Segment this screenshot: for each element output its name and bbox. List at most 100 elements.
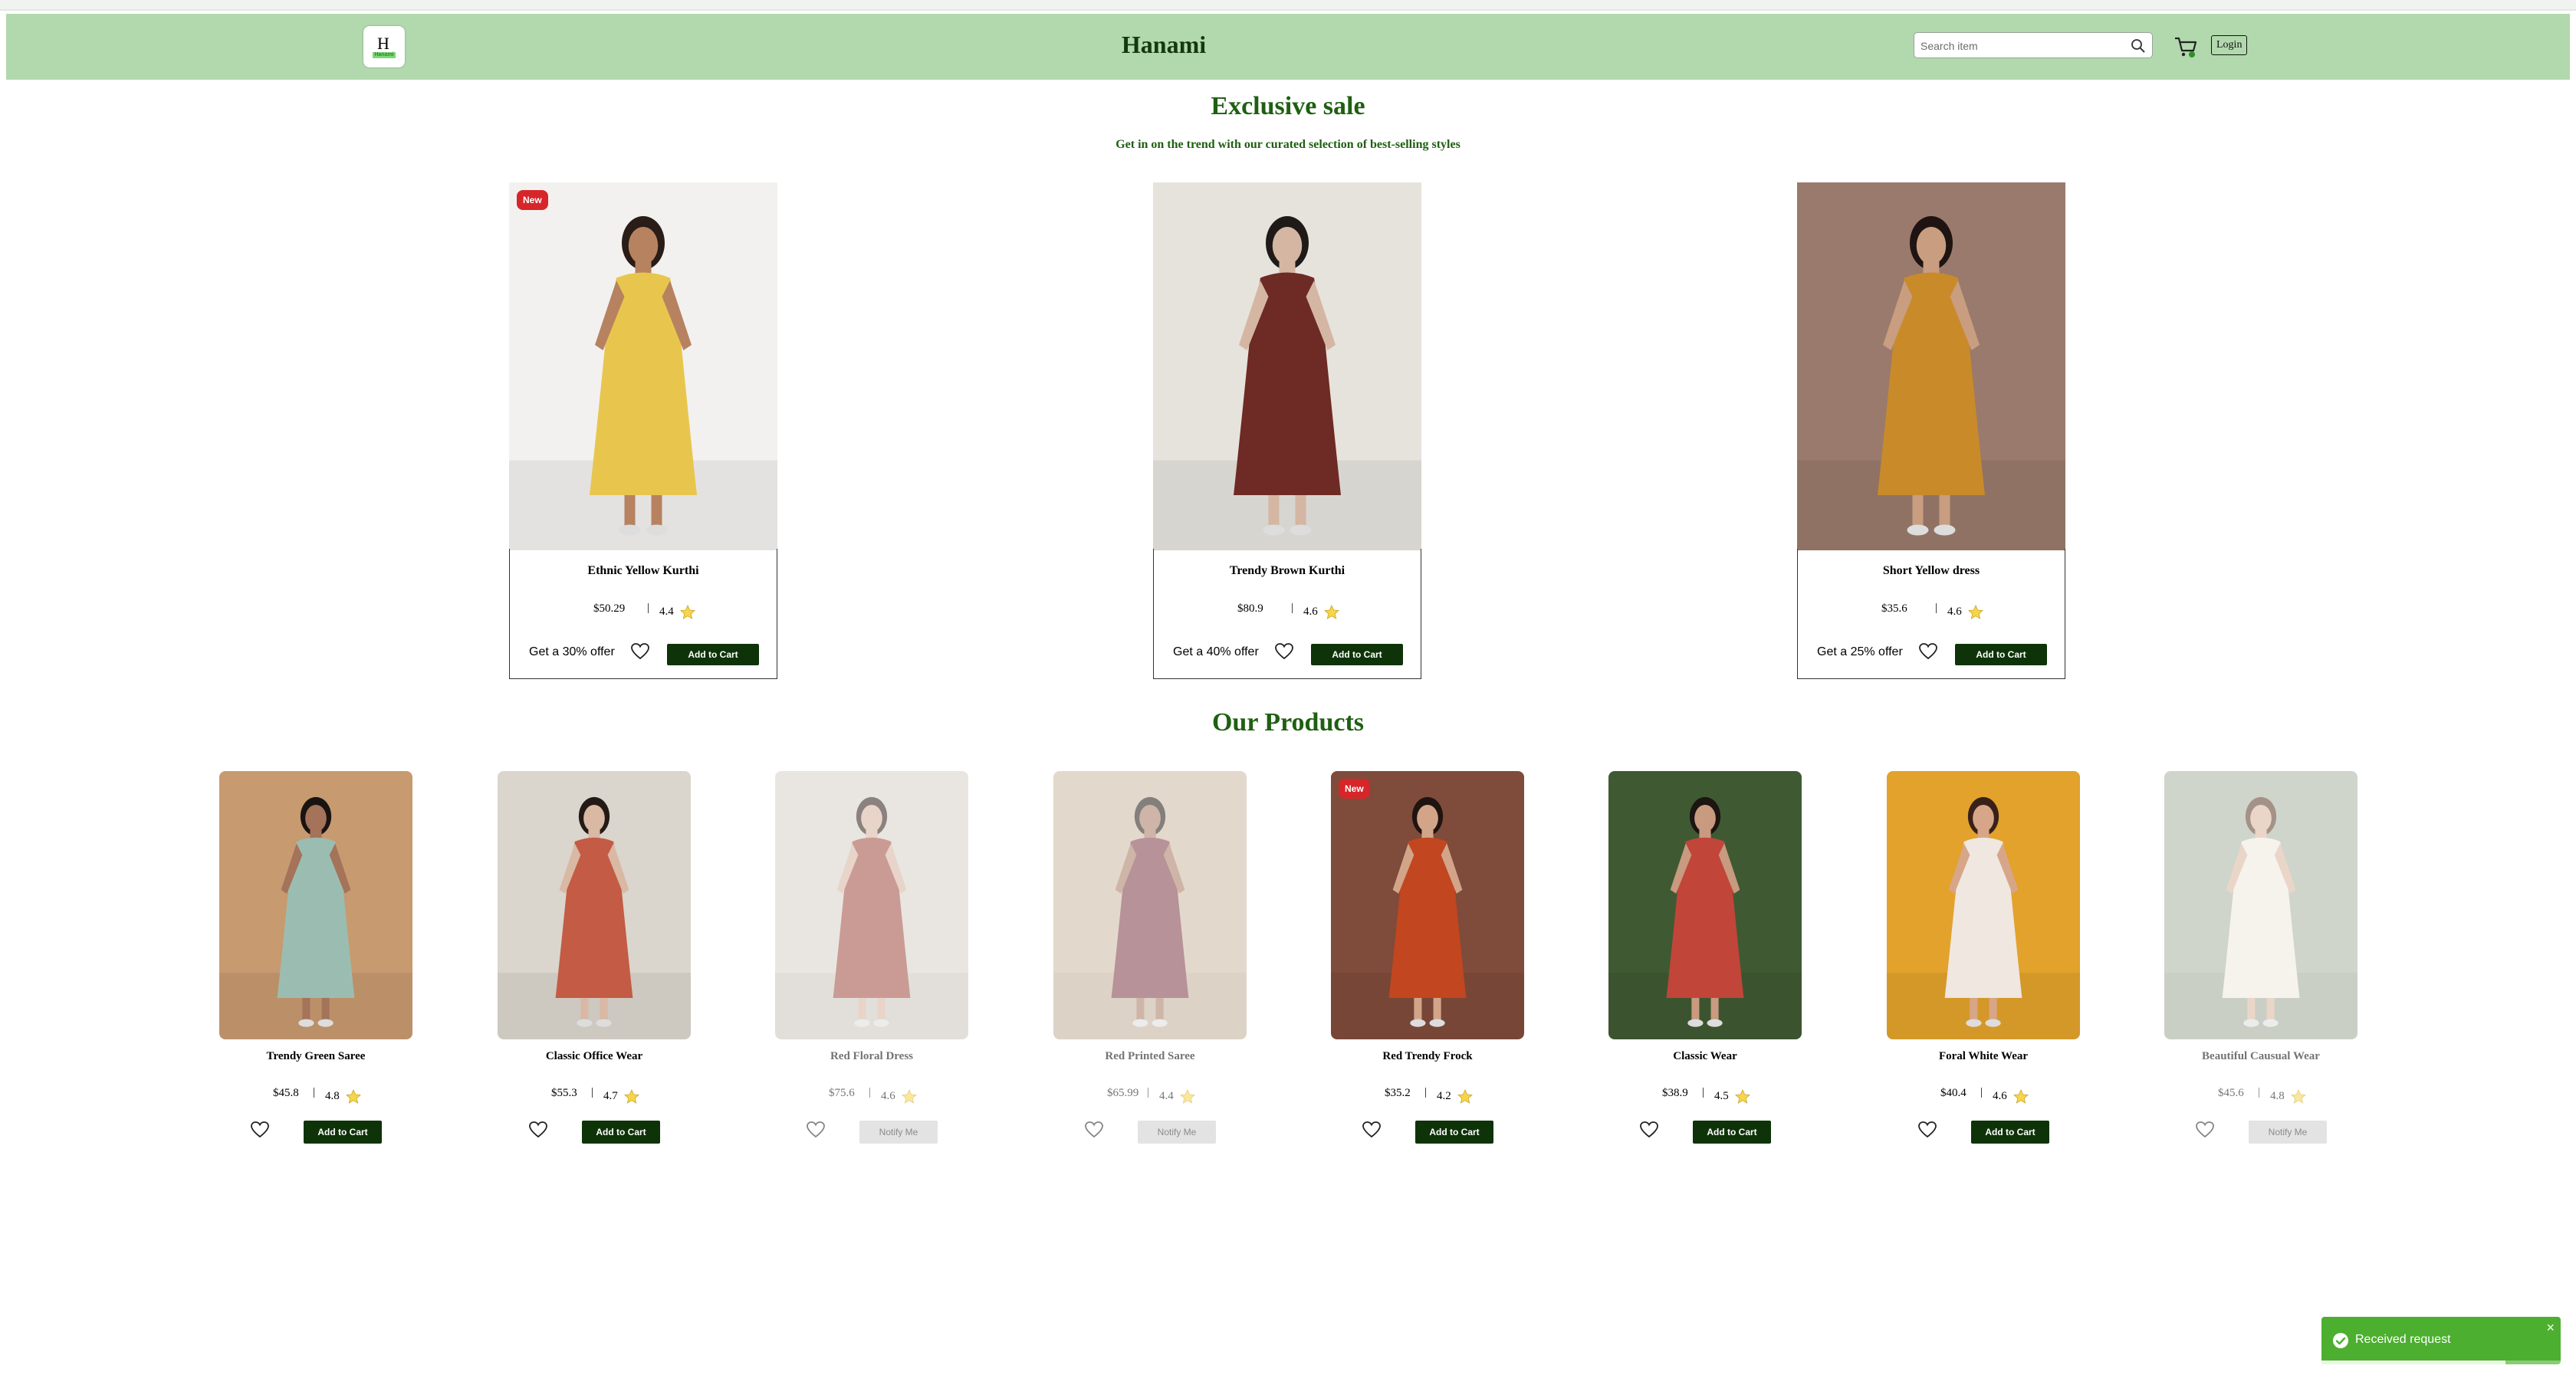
offer-text: Get a 40% offer: [1173, 645, 1259, 658]
product-image[interactable]: [1331, 771, 1524, 1039]
product-rating: 4.4: [659, 606, 674, 618]
heart-icon[interactable]: [1639, 1121, 1659, 1139]
product-price: $50.29: [593, 602, 626, 615]
price-rating-divider: |: [1702, 1086, 1705, 1098]
brand-title: Hanami: [1121, 31, 1207, 58]
product-card: New Red Trendy Frock $35.2 | 4.2 Add to …: [1331, 771, 1524, 1147]
product-image[interactable]: [1887, 771, 2080, 1039]
search-input[interactable]: [1919, 36, 2121, 56]
price-rating-divider: |: [1980, 1086, 1983, 1098]
heart-icon[interactable]: [250, 1121, 270, 1139]
offer-text: Get a 30% offer: [529, 645, 615, 658]
notify-me-button[interactable]: Notify Me: [859, 1121, 938, 1144]
login-button[interactable]: Login: [2211, 35, 2248, 55]
product-name: Red Floral Dress: [830, 1050, 914, 1062]
notify-me-button[interactable]: Notify Me: [1138, 1121, 1216, 1144]
heart-icon[interactable]: [1918, 642, 1938, 661]
product-name: Classic Wear: [1673, 1050, 1737, 1062]
product-image[interactable]: [498, 771, 691, 1039]
heart-icon[interactable]: [1084, 1121, 1104, 1139]
product-image[interactable]: [219, 771, 412, 1039]
sale-card: Short Yellow dress $35.6 | 4.6 Get a 25%…: [1797, 182, 2065, 679]
product-price: $35.6: [1881, 602, 1907, 615]
search-icon[interactable]: [2131, 38, 2146, 54]
star-icon: [1457, 1088, 1474, 1105]
product-image[interactable]: [509, 182, 777, 550]
product-name: Trendy Brown Kurthi: [1229, 564, 1346, 577]
add-to-cart-button[interactable]: Add to Cart: [582, 1121, 660, 1144]
product-image[interactable]: [1053, 771, 1247, 1039]
product-price: $35.2: [1385, 1087, 1411, 1099]
star-icon: [1179, 1088, 1196, 1105]
price-rating-divider: |: [1147, 1086, 1150, 1098]
product-rating: 4.6: [1947, 606, 1962, 618]
price-rating-divider: |: [1291, 602, 1294, 614]
product-card: Red Floral Dress $75.6 | 4.6 Notify Me: [775, 771, 968, 1147]
product-name: Classic Office Wear: [545, 1050, 643, 1062]
browser-top-strip: [0, 0, 2576, 11]
heart-icon[interactable]: [2195, 1121, 2215, 1139]
product-image[interactable]: [2164, 771, 2358, 1039]
product-rating: 4.8: [2270, 1090, 2285, 1102]
add-to-cart-button[interactable]: Add to Cart: [667, 644, 759, 665]
star-icon: [345, 1088, 362, 1105]
product-image[interactable]: [1608, 771, 1802, 1039]
notify-me-button[interactable]: Notify Me: [2249, 1121, 2327, 1144]
product-name: Foral White Wear: [1938, 1050, 2029, 1062]
star-icon: [2290, 1088, 2307, 1105]
product-rating: 4.6: [1993, 1090, 2007, 1102]
sale-subtitle: Get in on the trend with our curated sel…: [1116, 138, 1460, 151]
product-rating: 4.6: [881, 1090, 895, 1102]
toast-close-button[interactable]: ×: [2546, 1320, 2555, 1336]
product-image[interactable]: [1153, 182, 1421, 550]
heart-icon[interactable]: [1362, 1121, 1382, 1139]
product-price: $80.9: [1237, 602, 1263, 615]
price-rating-divider: |: [869, 1086, 872, 1098]
product-card: Foral White Wear $40.4 | 4.6 Add to Cart: [1887, 771, 2080, 1147]
product-price: $38.9: [1662, 1087, 1688, 1099]
star-icon: [1734, 1088, 1751, 1105]
navbar: H Hanami Hanami Login: [6, 14, 2570, 80]
product-rating: 4.4: [1159, 1090, 1174, 1102]
price-rating-divider: |: [591, 1086, 594, 1098]
star-icon: [679, 604, 696, 621]
product-image[interactable]: [775, 771, 968, 1039]
new-badge: New: [517, 190, 548, 210]
product-price: $65.99: [1107, 1087, 1139, 1099]
toast-progress-fill: [2321, 1361, 2506, 1364]
price-rating-divider: |: [647, 602, 650, 614]
toast-message: Received request: [2355, 1333, 2451, 1346]
price-rating-divider: |: [313, 1086, 316, 1098]
heart-icon[interactable]: [1917, 1121, 1937, 1139]
add-to-cart-button[interactable]: Add to Cart: [304, 1121, 382, 1144]
heart-icon[interactable]: [528, 1121, 548, 1139]
offer-text: Get a 25% offer: [1817, 645, 1903, 658]
product-image[interactable]: [1797, 182, 2065, 550]
price-rating-divider: |: [2258, 1086, 2261, 1098]
product-rating: 4.2: [1437, 1090, 1451, 1102]
add-to-cart-button[interactable]: Add to Cart: [1693, 1121, 1771, 1144]
add-to-cart-button[interactable]: Add to Cart: [1311, 644, 1403, 665]
product-rating: 4.7: [603, 1090, 618, 1102]
product-rating: 4.6: [1303, 606, 1318, 618]
product-rating: 4.8: [325, 1090, 340, 1102]
heart-icon[interactable]: [1274, 642, 1294, 661]
add-to-cart-button[interactable]: Add to Cart: [1955, 644, 2047, 665]
add-to-cart-button[interactable]: Add to Cart: [1415, 1121, 1493, 1144]
product-name: Short Yellow dress: [1882, 564, 1980, 577]
star-icon: [2013, 1088, 2029, 1105]
logo[interactable]: H Hanami: [363, 26, 405, 67]
search-box: [1914, 32, 2153, 58]
heart-icon[interactable]: [630, 642, 650, 661]
product-card: Beautiful Causual Wear $45.6 | 4.8 Notif…: [2164, 771, 2358, 1147]
star-icon: [901, 1088, 918, 1105]
product-price: $45.8: [273, 1087, 299, 1099]
toast-notification: Received request ×: [2321, 1317, 2561, 1364]
heart-icon[interactable]: [806, 1121, 826, 1139]
product-card: Classic Office Wear $55.3 | 4.7 Add to C…: [498, 771, 691, 1147]
cart-icon[interactable]: [2173, 34, 2199, 60]
price-rating-divider: |: [1424, 1086, 1428, 1098]
product-card: Classic Wear $38.9 | 4.5 Add to Cart: [1608, 771, 1802, 1147]
add-to-cart-button[interactable]: Add to Cart: [1971, 1121, 2049, 1144]
product-name: Red Printed Saree: [1105, 1050, 1195, 1062]
